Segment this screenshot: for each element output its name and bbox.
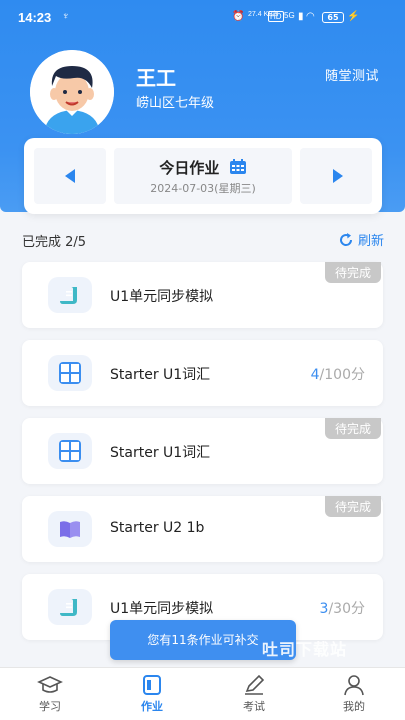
refresh-button[interactable]: 刷新: [338, 230, 384, 252]
date-title: 今日作业: [159, 159, 220, 177]
tab-label: 作业: [141, 700, 163, 713]
homework-icon: [139, 674, 165, 696]
chevron-left-icon: [65, 169, 75, 183]
next-day-button[interactable]: [300, 148, 372, 204]
date-value: 2024-07-03(星期三): [150, 182, 256, 195]
progress-row: 已完成 2/5 刷新: [22, 230, 384, 250]
bottom-tab-bar: 学习 作业 考试 我的: [0, 667, 405, 720]
date-title-row: 今日作业: [114, 157, 292, 179]
battery-icon: 65: [322, 12, 344, 23]
date-picker-card: 今日作业 2024-07-03(星期三): [24, 138, 382, 214]
battery-level: 65: [327, 13, 339, 22]
homework-score: 3/30分: [320, 598, 365, 618]
watermark-text: 吐司下载站: [262, 640, 348, 659]
book-icon: [48, 511, 92, 547]
homework-title: U1单元同步模拟: [110, 289, 214, 305]
tab-exam[interactable]: 考试: [224, 674, 284, 714]
refresh-label: 刷新: [357, 234, 384, 249]
tab-label: 学习: [39, 700, 61, 713]
wifi-icon: ◠: [306, 11, 315, 22]
signal-bars-icon: ▮: [298, 11, 304, 22]
homework-title: Starter U2 1b: [110, 520, 205, 536]
calendar-icon: [229, 159, 247, 179]
tab-homework[interactable]: 作业: [122, 674, 182, 714]
homework-card[interactable]: Starter U1词汇 4/100分: [22, 340, 383, 406]
scroll-icon: [48, 277, 92, 313]
pending-badge: 待完成: [324, 496, 381, 517]
refresh-icon: [338, 232, 354, 252]
graduation-cap-icon: [37, 674, 63, 696]
homework-card[interactable]: Starter U2 1b 待完成: [22, 496, 383, 562]
homework-title: Starter U1词汇: [110, 367, 211, 383]
score-total: /30分: [328, 601, 365, 617]
tab-label: 考试: [243, 700, 265, 713]
homework-title: Starter U1词汇: [110, 445, 211, 461]
avatar[interactable]: [30, 50, 114, 134]
charging-icon: ⚡: [347, 11, 360, 22]
date-display[interactable]: 今日作业 2024-07-03(星期三): [114, 148, 292, 204]
pencil-icon: [241, 674, 267, 696]
prev-day-button[interactable]: [34, 148, 106, 204]
tab-study[interactable]: 学习: [20, 674, 80, 714]
alarm-icon: ⏰: [232, 11, 245, 22]
tab-profile[interactable]: 我的: [324, 674, 384, 714]
homework-card[interactable]: U1单元同步模拟 待完成: [22, 262, 383, 328]
signal-label: 5G: [284, 11, 295, 20]
homework-title: U1单元同步模拟: [110, 601, 214, 617]
score-total: /100分: [319, 367, 365, 383]
scroll-icon: [48, 589, 92, 625]
user-icon: [341, 674, 367, 696]
pending-badge: 待完成: [324, 262, 381, 283]
pending-badge: 待完成: [324, 418, 381, 439]
status-time: 14:23: [18, 10, 52, 25]
score-value: 4: [310, 367, 320, 383]
abcd-icon: [48, 433, 92, 469]
chevron-right-icon: [333, 169, 343, 183]
tab-label: 我的: [343, 700, 365, 713]
hd-badge: HD: [268, 11, 284, 22]
status-bar: 14:23 ♆ ⏰ 27.4 KB/s HD 5G ▮ ◠ 65 ⚡: [0, 0, 405, 36]
quiz-link[interactable]: 随堂测试: [325, 65, 379, 84]
usb-icon: ♆: [62, 11, 70, 22]
user-name: 王工: [136, 66, 176, 90]
user-class: 崂山区七年级: [136, 96, 215, 111]
completion-status: 已完成 2/5: [22, 235, 87, 250]
homework-score: 4/100分: [311, 364, 365, 384]
abcd-icon: [48, 355, 92, 391]
homework-card[interactable]: Starter U1词汇 待完成: [22, 418, 383, 484]
avatar-illustration-icon: [30, 50, 114, 134]
